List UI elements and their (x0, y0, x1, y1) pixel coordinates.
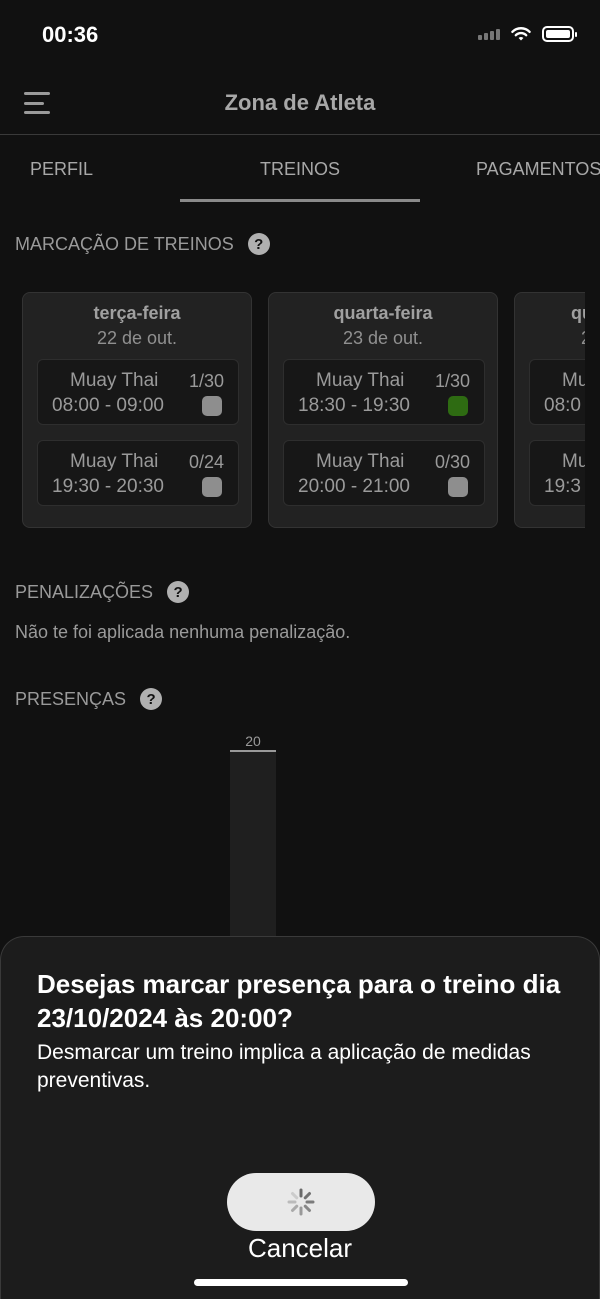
day-card: terça-feira 22 de out. Muay Thai 1/30 08… (22, 292, 252, 528)
schedule-section-title: MARCAÇÃO DE TREINOS (15, 233, 234, 254)
battery-icon (542, 26, 577, 42)
session-slot[interactable]: Muay Thai 1/30 08:00 - 09:00 (37, 359, 239, 425)
cellular-signal-icon (478, 28, 500, 40)
day-date: 22 de out. (96, 328, 178, 348)
session-time: 20:00 - 21:00 (298, 476, 410, 497)
nav-bar: Zona de Atleta (0, 72, 600, 135)
session-time: 18:30 - 19:30 (298, 395, 410, 416)
tab-bar: PERFIL TREINOS PAGAMENTOS (0, 135, 600, 203)
day-name: terça-feira (93, 303, 181, 323)
tab-pagamentos[interactable]: PAGAMENTOS (476, 159, 600, 180)
loading-spinner-icon (287, 1188, 315, 1216)
help-icon[interactable]: ? (167, 581, 190, 603)
attendance-bar (230, 750, 276, 936)
session-slot[interactable]: Mu 08:0 (529, 359, 585, 425)
day-card: quarta-feira 23 de out. Muay Thai 1/30 1… (268, 292, 498, 528)
sheet-message: Desmarcar um treino implica a aplicação … (37, 1041, 531, 1092)
help-icon[interactable]: ? (247, 233, 270, 255)
active-tab-indicator (180, 199, 420, 202)
attendance-bar-top (230, 750, 276, 752)
session-name: Mu (562, 370, 585, 391)
schedule-carousel[interactable]: terça-feira 22 de out. Muay Thai 1/30 08… (22, 292, 585, 532)
session-status-indicator (448, 477, 468, 497)
day-name: qu (571, 303, 585, 323)
session-name: Muay Thai (316, 370, 405, 391)
session-status-indicator (448, 396, 468, 416)
day-date: 2 (515, 328, 585, 349)
session-slot[interactable]: Muay Thai 0/30 20:00 - 21:00 (283, 440, 485, 506)
cancel-button[interactable]: Cancelar (1, 1233, 599, 1264)
session-time: 19:30 - 20:30 (52, 476, 164, 497)
penalties-section-header: PENALIZAÇÕES ? (15, 581, 190, 603)
attendance-section-header: PRESENÇAS ? (15, 688, 163, 710)
confirmation-sheet: Desejas marcar presença para o treino di… (0, 936, 600, 1299)
status-icons (478, 26, 577, 42)
session-name: Muay Thai (70, 370, 159, 391)
wifi-icon (511, 27, 531, 41)
day-date: 23 de out. (342, 328, 424, 348)
home-indicator (194, 1279, 408, 1286)
session-name: Mu (562, 451, 585, 472)
penalties-message: Não te foi aplicada nenhuma penalização. (15, 622, 351, 642)
session-time: 19:3 (544, 476, 581, 497)
penalties-section-title: PENALIZAÇÕES (15, 581, 154, 602)
status-time: 00:36 (42, 22, 99, 47)
attendance-section-title: PRESENÇAS (15, 688, 127, 709)
session-slot[interactable]: Muay Thai 0/24 19:30 - 20:30 (37, 440, 239, 506)
session-time: 08:0 (544, 395, 581, 416)
session-capacity: 0/24 (188, 452, 224, 472)
page-title: Zona de Atleta (224, 90, 376, 115)
attendance-chart: 20 (230, 733, 276, 936)
status-bar: 00:36 (0, 0, 600, 72)
session-slot[interactable]: Muay Thai 1/30 18:30 - 19:30 (283, 359, 485, 425)
tab-perfil[interactable]: PERFIL (30, 159, 93, 180)
session-status-indicator (202, 396, 222, 416)
session-name: Muay Thai (316, 451, 405, 472)
session-name: Muay Thai (70, 451, 159, 472)
help-icon[interactable]: ? (140, 688, 163, 710)
session-time: 08:00 - 09:00 (52, 395, 164, 416)
session-slot[interactable]: Mu 19:3 (529, 440, 585, 506)
attendance-bar-label: 20 (245, 733, 261, 749)
schedule-section-header: MARCAÇÃO DE TREINOS ? (15, 233, 270, 255)
session-status-indicator (202, 477, 222, 497)
session-capacity: 1/30 (188, 371, 224, 391)
sheet-title: Desejas marcar presença para o treino di… (37, 969, 561, 1033)
session-capacity: 0/30 (434, 452, 470, 472)
confirm-button-loading[interactable] (227, 1173, 375, 1231)
tab-treinos[interactable]: TREINOS (260, 159, 340, 180)
day-card: qu 2 Mu 08:0 Mu 19:3 (514, 292, 585, 528)
day-name: quarta-feira (333, 303, 433, 323)
session-capacity: 1/30 (434, 371, 470, 391)
